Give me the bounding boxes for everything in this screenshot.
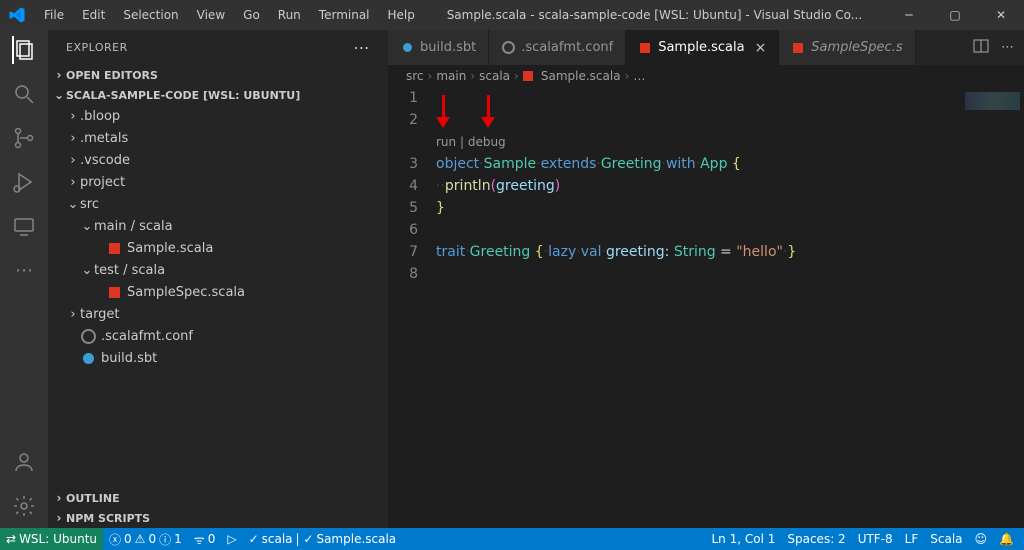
problems[interactable]: ⓧ0 ⚠0 ⓘ1: [103, 528, 188, 550]
editor-more-icon[interactable]: ⋯: [1001, 40, 1014, 55]
menu-view[interactable]: View: [189, 4, 233, 26]
run-debug-icon[interactable]: [12, 170, 36, 194]
tab-buildsbt[interactable]: build.sbt: [388, 30, 489, 65]
codelens[interactable]: run | debug: [436, 135, 506, 149]
tree-file-samplespec[interactable]: SampleSpec.scala: [48, 281, 388, 303]
info-icon: ⓘ: [159, 531, 171, 548]
cursor-position[interactable]: Ln 1, Col 1: [706, 528, 782, 550]
menu-edit[interactable]: Edit: [74, 4, 113, 26]
explorer-more-icon[interactable]: ⋯: [354, 38, 371, 57]
eol[interactable]: LF: [899, 528, 925, 550]
maximize-button[interactable]: ▢: [932, 0, 978, 30]
scala-file-icon: [638, 41, 652, 55]
config-file-icon: [501, 41, 515, 55]
close-tab-icon[interactable]: ×: [755, 40, 767, 56]
status-bar: ⇄WSL: Ubuntu ⓧ0 ⚠0 ⓘ1 ᯤ0 ▷ ✓ scala | ✓ S…: [0, 528, 1024, 550]
remote-icon: ⇄: [6, 532, 16, 546]
remote-explorer-icon[interactable]: [12, 214, 36, 238]
tree-folder[interactable]: ⌄main / scala: [48, 215, 388, 237]
menu-run[interactable]: Run: [270, 4, 309, 26]
tree-folder[interactable]: ⌄test / scala: [48, 259, 388, 281]
open-editors-section[interactable]: ›OPEN EDITORS: [48, 65, 388, 85]
tab-sample[interactable]: Sample.scala×: [626, 30, 779, 65]
ports[interactable]: ᯤ0: [188, 528, 222, 550]
vscode-logo-icon: [8, 6, 26, 24]
npm-scripts-label: NPM SCRIPTS: [66, 512, 150, 525]
tree-file-sample[interactable]: Sample.scala: [48, 237, 388, 259]
menu-file[interactable]: File: [36, 4, 72, 26]
window-controls: ─ ▢ ✕: [886, 0, 1024, 30]
tree-folder[interactable]: ›project: [48, 171, 388, 193]
sbt-file-icon: [80, 350, 96, 366]
menu-terminal[interactable]: Terminal: [311, 4, 378, 26]
workspace-label: SCALA-SAMPLE-CODE [WSL: UBUNTU]: [66, 89, 300, 102]
code-editor[interactable]: 12345678 run | debug object·Sample·exten…: [388, 87, 1024, 528]
explorer-header: EXPLORER ⋯: [48, 30, 388, 65]
tree-file-buildsbt[interactable]: build.sbt: [48, 347, 388, 369]
tree-folder[interactable]: ⌄src: [48, 193, 388, 215]
broadcast-icon: ᯤ: [194, 531, 205, 548]
explorer-icon[interactable]: [12, 38, 36, 62]
scala-file-icon: [106, 284, 122, 300]
scala-file-icon: [791, 41, 805, 55]
breadcrumb[interactable]: src› main› scala› Sample.scala›…: [388, 65, 1024, 87]
editor-group: build.sbt .scalafmt.conf Sample.scala× S…: [388, 30, 1024, 528]
activity-bar: ⋯: [0, 30, 48, 528]
scala-file-icon: [106, 240, 122, 256]
explorer-title: EXPLORER: [66, 41, 128, 54]
code-content[interactable]: run | debug object·Sample·extends·Greeti…: [436, 87, 1024, 528]
language-mode[interactable]: Scala: [924, 528, 968, 550]
scala-file-icon: [523, 69, 537, 83]
menu-bar: File Edit Selection View Go Run Terminal…: [36, 4, 423, 26]
tree-folder[interactable]: ›.bloop: [48, 105, 388, 127]
npm-scripts-section[interactable]: ›NPM SCRIPTS: [48, 508, 388, 528]
remote-indicator[interactable]: ⇄WSL: Ubuntu: [0, 528, 103, 550]
tab-samplespec[interactable]: SampleSpec.s: [779, 30, 915, 65]
tab-scalafmt[interactable]: .scalafmt.conf: [489, 30, 626, 65]
metals-scala[interactable]: ✓ scala | ✓ Sample.scala: [243, 528, 403, 550]
file-tree: ›.bloop ›.metals ›.vscode ›project ⌄src …: [48, 105, 388, 488]
title-bar: File Edit Selection View Go Run Terminal…: [0, 0, 1024, 30]
tree-folder[interactable]: ›.metals: [48, 127, 388, 149]
config-file-icon: [80, 328, 96, 344]
open-editors-label: OPEN EDITORS: [66, 69, 158, 82]
tree-file-scalafmt[interactable]: .scalafmt.conf: [48, 325, 388, 347]
explorer-sidebar: EXPLORER ⋯ ›OPEN EDITORS ⌄SCALA-SAMPLE-C…: [48, 30, 388, 528]
error-icon: ⓧ: [109, 531, 121, 548]
menu-help[interactable]: Help: [380, 4, 423, 26]
warning-icon: ⚠: [135, 532, 146, 546]
minimize-button[interactable]: ─: [886, 0, 932, 30]
debug-icon[interactable]: ▷: [221, 528, 242, 550]
outline-label: OUTLINE: [66, 492, 120, 505]
search-icon[interactable]: [12, 82, 36, 106]
sbt-file-icon: [400, 41, 414, 55]
menu-go[interactable]: Go: [235, 4, 268, 26]
tree-folder[interactable]: ›.vscode: [48, 149, 388, 171]
settings-gear-icon[interactable]: [12, 494, 36, 518]
line-numbers: 12345678: [388, 87, 436, 528]
encoding[interactable]: UTF-8: [852, 528, 899, 550]
window-title: Sample.scala - scala-sample-code [WSL: U…: [423, 8, 886, 22]
notifications-icon[interactable]: 🔔: [993, 528, 1024, 550]
source-control-icon[interactable]: [12, 126, 36, 150]
workspace-section[interactable]: ⌄SCALA-SAMPLE-CODE [WSL: UBUNTU]: [48, 85, 388, 105]
split-editor-icon[interactable]: [973, 38, 989, 58]
menu-selection[interactable]: Selection: [115, 4, 186, 26]
editor-tabs: build.sbt .scalafmt.conf Sample.scala× S…: [388, 30, 1024, 65]
feedback-icon[interactable]: ☺: [969, 528, 994, 550]
indentation[interactable]: Spaces: 2: [781, 528, 851, 550]
account-icon[interactable]: [12, 450, 36, 474]
close-button[interactable]: ✕: [978, 0, 1024, 30]
tree-folder[interactable]: ›target: [48, 303, 388, 325]
outline-section[interactable]: ›OUTLINE: [48, 488, 388, 508]
ellipsis-icon[interactable]: ⋯: [12, 258, 36, 282]
